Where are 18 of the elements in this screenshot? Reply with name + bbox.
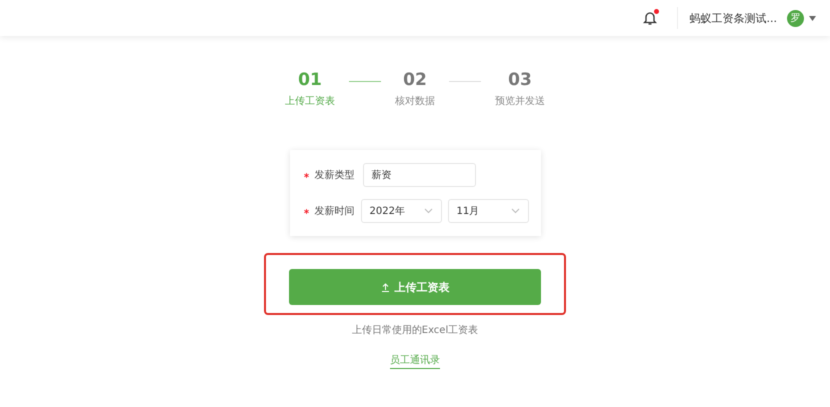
field-label: 发薪类型 [314,168,356,182]
upload-hint: 上传日常使用的Excel工资表 [352,324,478,337]
chevron-down-icon [424,208,432,214]
field-label: 发薪时间 [314,204,354,218]
step-number: 01 [298,70,322,90]
company-name[interactable]: 蚂蚁工资条测试... [690,10,777,26]
step-number: 02 [403,70,427,90]
chevron-down-icon [510,208,520,214]
step-label: 上传工资表 [285,94,335,108]
upload-icon [380,282,390,292]
select-field[interactable]: 11月 [448,199,528,223]
step-label: 核对数据 [395,94,435,108]
step-label: 预览并发送 [495,94,545,108]
step-number: 03 [508,70,532,90]
input-field[interactable]: 薪资 [362,163,476,187]
select-field[interactable]: 2022年 [360,199,442,223]
caret-icon[interactable] [809,16,816,20]
bell-icon[interactable] [642,10,656,26]
